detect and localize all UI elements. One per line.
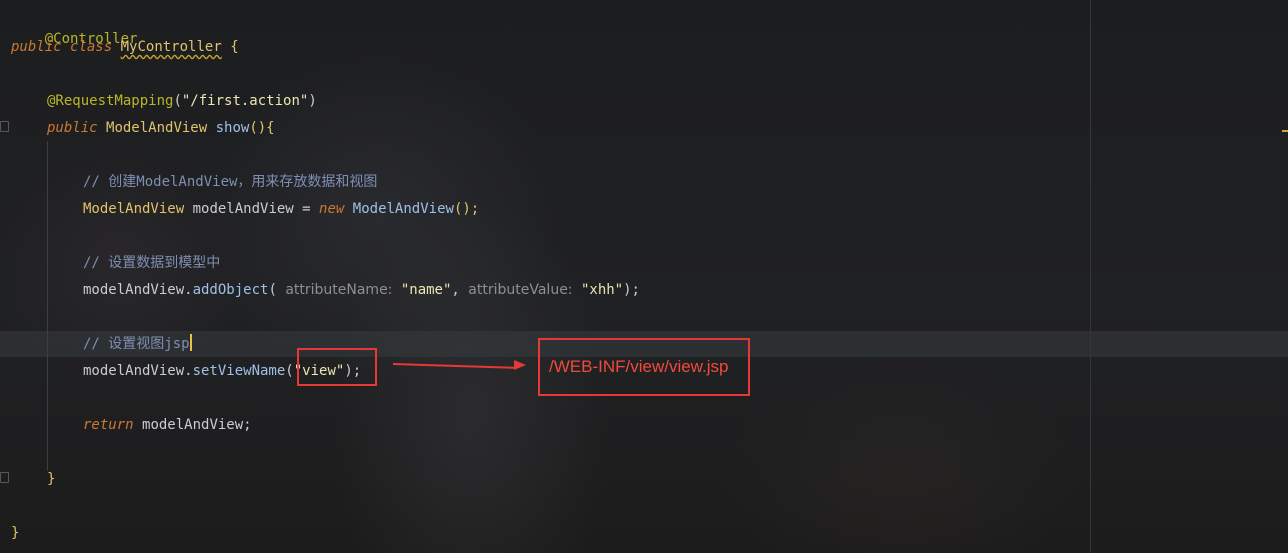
fold-marker-icon[interactable]: [0, 472, 9, 483]
method-token: setViewName: [192, 363, 286, 379]
code-line[interactable]: // 设置视图jsp: [83, 334, 192, 354]
code-line[interactable]: @RequestMapping("/first.action"): [47, 91, 317, 111]
view-path-label: /WEB-INF/view/view.jsp: [538, 338, 750, 396]
text-caret: [189, 334, 192, 351]
comment-token: // 设置视图jsp: [83, 336, 190, 352]
comment-token: // 设置数据到模型中: [83, 255, 221, 271]
paren-token: (){: [249, 120, 275, 136]
type-token: ModelAndView: [83, 201, 185, 217]
paren-token: ();: [453, 201, 480, 217]
code-line[interactable]: @Controller: [11, 9, 138, 47]
variable-token: modelAndView =: [192, 201, 311, 217]
code-line[interactable]: modelAndView.addObject( attributeName: "…: [83, 280, 640, 300]
brace-token: }: [11, 525, 20, 541]
paren-token: (: [285, 363, 294, 379]
keyword-token: public: [47, 120, 98, 136]
right-margin-guide: [1090, 0, 1091, 553]
annotation-token: @RequestMapping: [47, 93, 174, 109]
scrollbar-warning-marker[interactable]: [1282, 130, 1288, 132]
comma-token: ,: [451, 282, 460, 298]
brace-token: {: [230, 39, 239, 55]
comment-token: // 创建ModelAndView，用来存放数据和视图: [83, 174, 378, 190]
code-line[interactable]: // 设置数据到模型中: [83, 253, 220, 273]
code-editor[interactable]: @Controller public class MyController { …: [0, 0, 1288, 553]
indent-guide: [47, 141, 48, 471]
string-token: "xhh": [580, 282, 624, 298]
string-token: "name": [400, 282, 452, 298]
method-token: addObject: [192, 282, 269, 298]
constructor-token: ModelAndView: [352, 201, 454, 217]
annotation-arrow: [392, 363, 517, 369]
highlight-box: [297, 348, 377, 386]
brace-token: }: [47, 471, 56, 487]
code-line[interactable]: ModelAndView modelAndView = new ModelAnd…: [83, 199, 479, 219]
paren-token: (: [268, 282, 277, 298]
keyword-token: public: [11, 39, 62, 55]
keyword-token: new: [319, 201, 345, 217]
type-token: ModelAndView: [106, 120, 208, 136]
variable-token: modelAndView.: [83, 282, 193, 298]
code-line[interactable]: // 创建ModelAndView，用来存放数据和视图: [83, 172, 377, 192]
method-token: show: [215, 120, 250, 136]
variable-token: modelAndView;: [142, 417, 252, 433]
parameter-hint: attributeValue:: [468, 282, 573, 298]
class-name-token: MyController: [120, 39, 222, 55]
code-line[interactable]: }: [47, 469, 55, 489]
code-line[interactable]: public ModelAndView show(){: [47, 118, 275, 138]
paren-token: ): [308, 93, 317, 109]
string-token: "/first.action": [181, 93, 309, 109]
parameter-hint: attributeName:: [285, 282, 393, 298]
code-line[interactable]: return modelAndView;: [83, 415, 252, 435]
keyword-token: return: [83, 417, 134, 433]
keyword-token: class: [70, 39, 113, 55]
arrow-head-icon: [514, 360, 526, 370]
fold-marker-icon[interactable]: [0, 121, 9, 132]
paren-token: );: [623, 282, 640, 298]
variable-token: modelAndView.: [83, 363, 193, 379]
paren-token: (: [173, 93, 182, 109]
code-line[interactable]: public class MyController {: [11, 37, 239, 57]
code-line[interactable]: }: [11, 523, 19, 543]
